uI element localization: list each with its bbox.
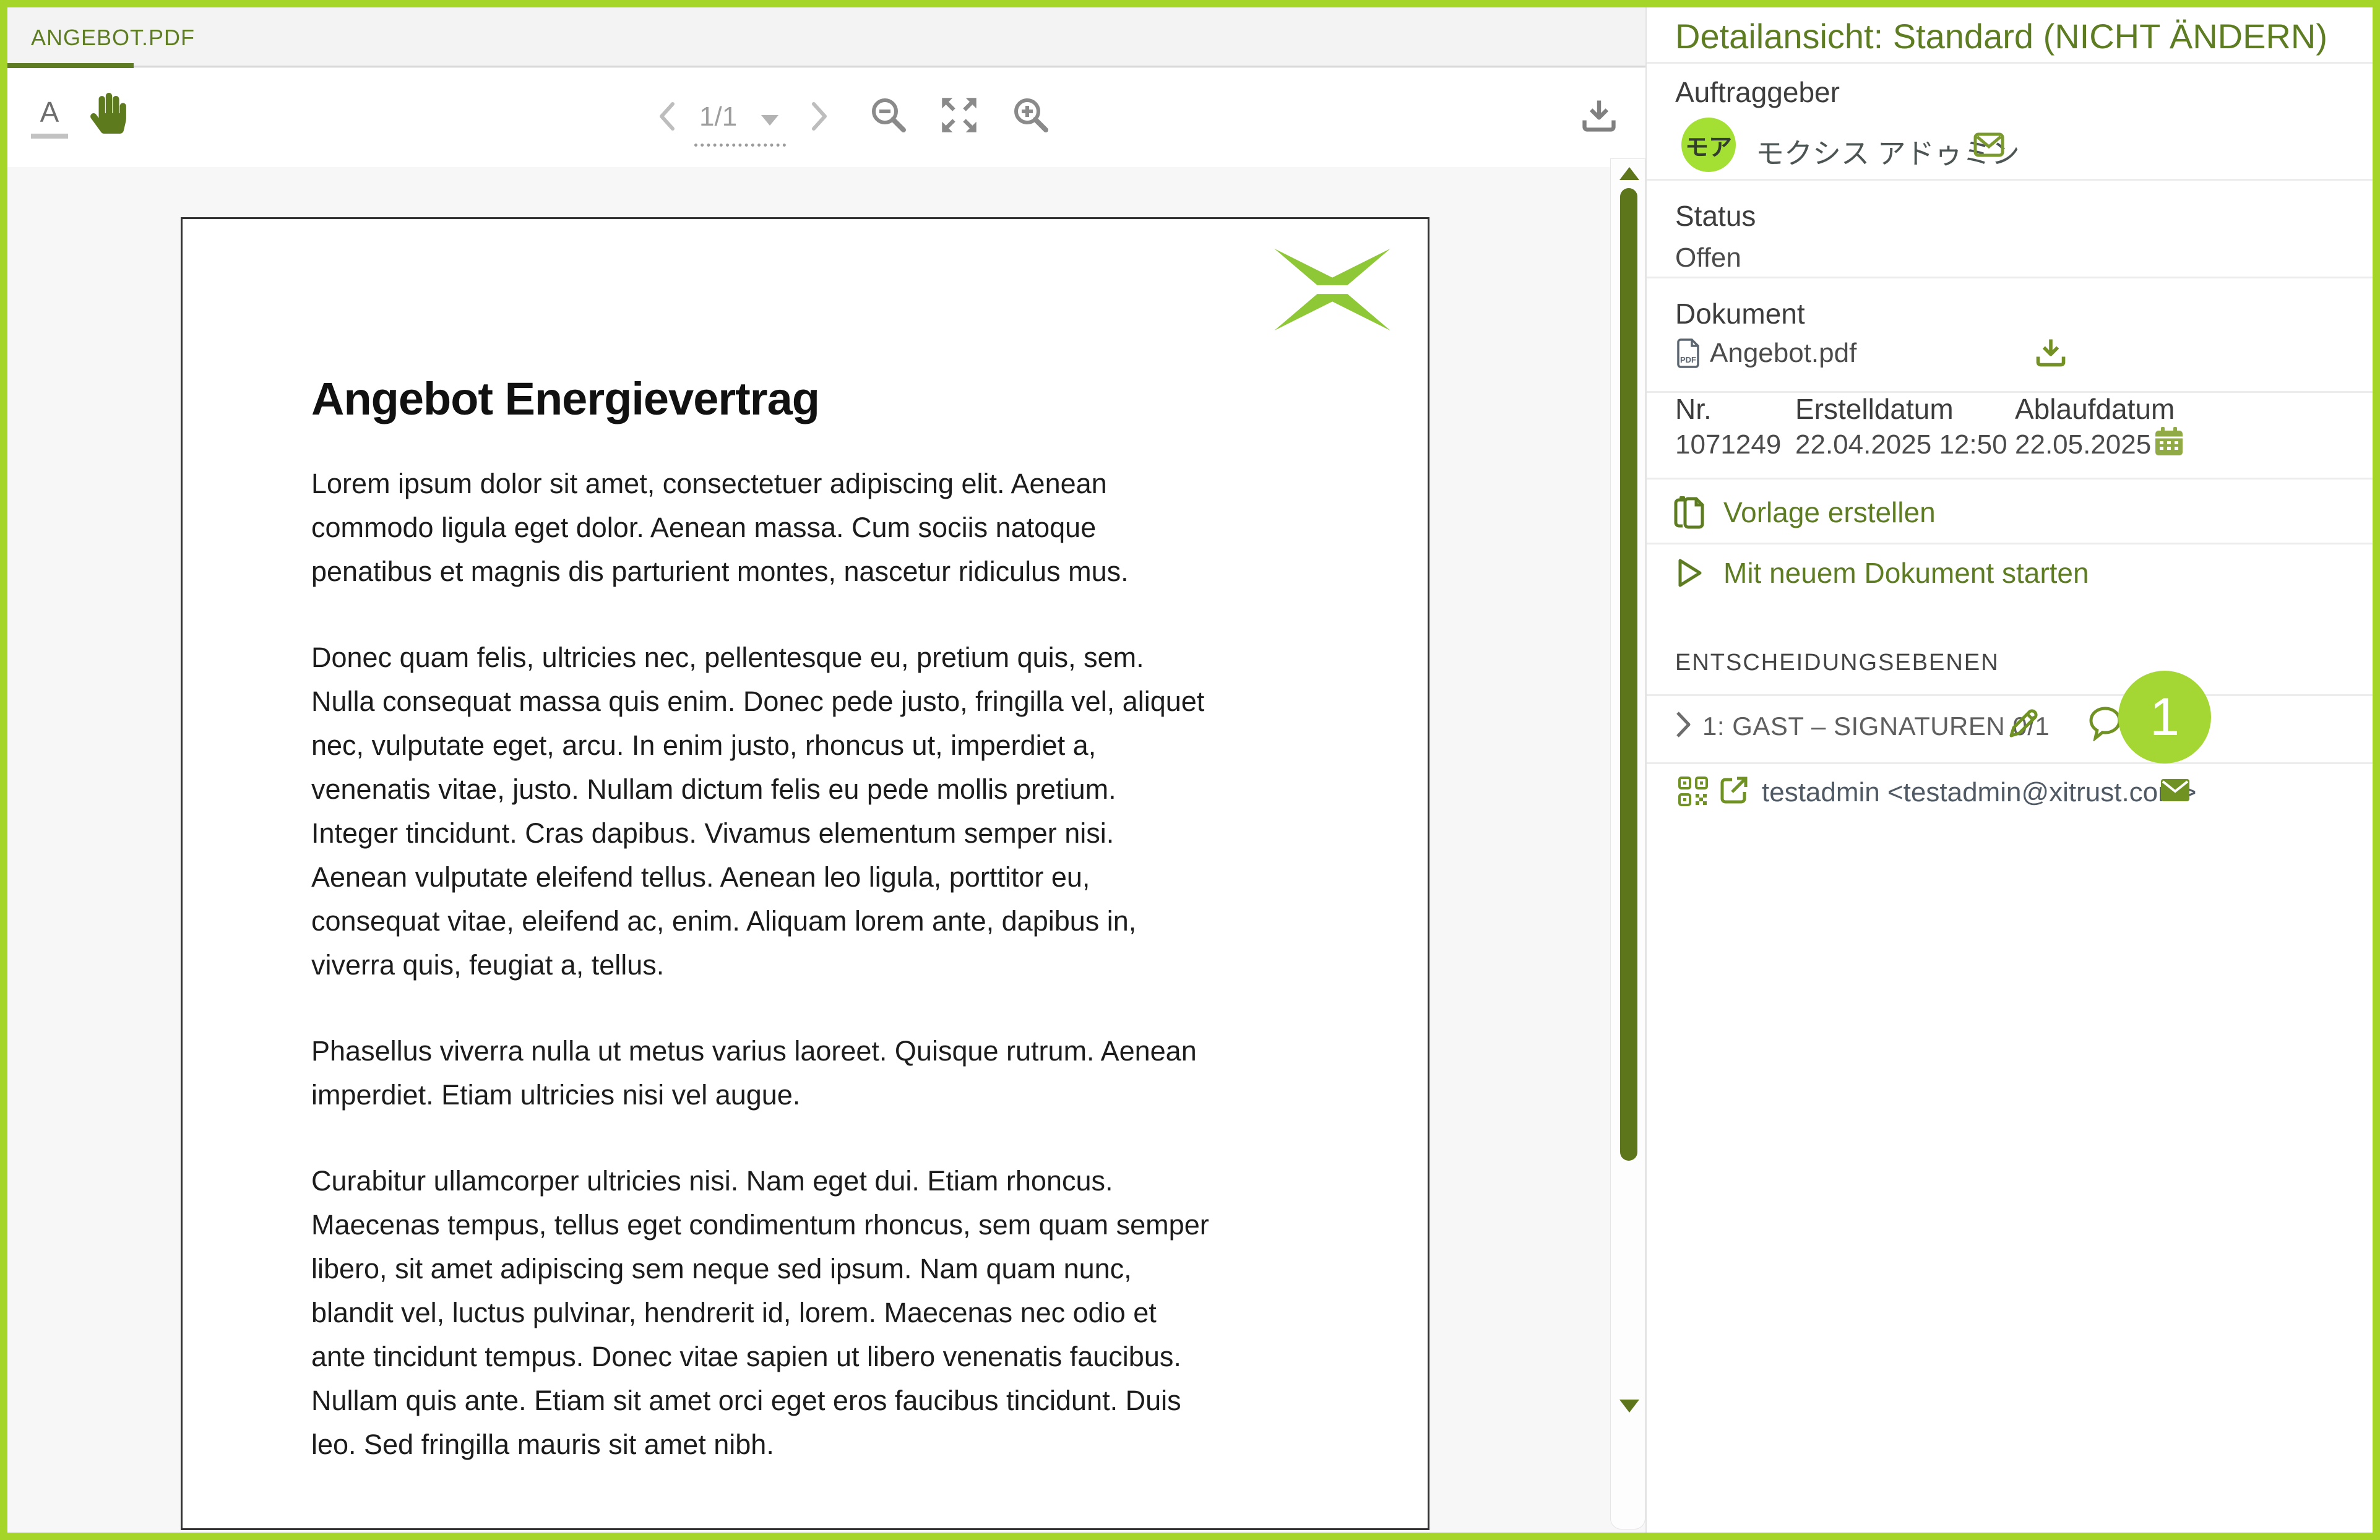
tab-angebot-pdf[interactable]: ANGEBOT.PDF (31, 25, 195, 51)
divider (1647, 62, 2373, 64)
copy-icon (1671, 494, 1707, 531)
download-file-button[interactable] (2033, 334, 2068, 370)
nr-label: Nr. (1675, 392, 1712, 426)
document-tab-bar: ANGEBOT.PDF (7, 7, 1645, 68)
zoom-in-icon (1011, 95, 1051, 135)
pdf-paragraph: Curabitur ullamcorper ultricies nisi. Na… (311, 1159, 1326, 1466)
chevron-down-icon (761, 115, 778, 126)
pdf-viewer: ANGEBOT.PDF A 1/1 (7, 7, 1645, 1533)
play-icon (1671, 554, 1707, 591)
external-link-icon[interactable] (1718, 775, 1749, 806)
download-document-button[interactable] (1579, 95, 1619, 135)
avatar: モア (1681, 118, 1736, 172)
divider (1647, 277, 2373, 278)
app-frame: ANGEBOT.PDF A 1/1 (0, 0, 2380, 1540)
text-select-tool-button[interactable]: A (30, 95, 69, 140)
scroll-up-arrow[interactable] (1619, 167, 1639, 180)
divider (1647, 694, 2373, 696)
divider (1647, 179, 2373, 181)
status-label: Status (1675, 199, 1756, 233)
pencil-icon (2004, 704, 2043, 742)
mail-filled-icon[interactable] (2159, 775, 2191, 806)
detail-panel-title: Detailansicht: Standard (NICHT ÄNDERN) (1675, 16, 2370, 56)
calendar-icon[interactable] (2153, 426, 2185, 458)
viewer-scrollbar-thumb[interactable] (1620, 188, 1637, 1161)
qr-code-icon[interactable] (1678, 776, 1709, 807)
detail-panel: Detailansicht: Standard (NICHT ÄNDERN) A… (1645, 7, 2373, 1533)
erstelldatum-value: 22.04.2025 12:50 (1795, 429, 2007, 460)
download-icon (1579, 95, 1619, 135)
create-template-label: Vorlage erstellen (1723, 496, 1936, 529)
pdf-document-title: Angebot Energievertrag (311, 372, 819, 425)
pdf-document-body: Lorem ipsum dolor sit amet, consectetuer… (311, 462, 1326, 1508)
mail-icon[interactable] (1973, 129, 2004, 160)
page-number-dropdown[interactable]: 1/1 (699, 101, 781, 136)
zoom-in-button[interactable] (1011, 95, 1051, 135)
pdf-page: Angebot Energievertrag Lorem ipsum dolor… (181, 217, 1429, 1530)
start-new-document-link[interactable]: Mit neuem Dokument starten (1671, 554, 2089, 591)
ablaufdatum-label: Ablaufdatum (2015, 392, 2175, 426)
level-1-label[interactable]: 1: GAST – SIGNATUREN 0/1 (1702, 712, 2050, 741)
start-new-document-label: Mit neuem Dokument starten (1723, 556, 2089, 590)
scroll-down-arrow[interactable] (1619, 1400, 1639, 1413)
page-number-underline (694, 144, 786, 147)
pdf-paragraph: Phasellus viverra nulla ut metus varius … (311, 1029, 1326, 1117)
auftraggeber-label: Auftraggeber (1675, 75, 1840, 109)
create-template-link[interactable]: Vorlage erstellen (1671, 494, 1936, 531)
chevron-left-icon (655, 100, 681, 132)
xitrust-logo (1269, 241, 1395, 338)
divider (1647, 543, 2373, 544)
expand-level-chevron[interactable] (1673, 710, 1694, 739)
dokument-label: Dokument (1675, 297, 1805, 330)
signer-email: testadmin <testadmin@xitrust.com> (1762, 777, 2197, 808)
active-tab-indicator (7, 63, 134, 68)
tab-bar-divider (134, 66, 1645, 67)
text-select-underline (31, 134, 68, 139)
viewer-toolbar: A 1/1 (7, 68, 1645, 167)
svg-text:PDF: PDF (1680, 355, 1696, 364)
nr-value: 1071249 (1675, 429, 1781, 460)
divider (1647, 762, 2373, 764)
pdf-paragraph: Donec quam felis, ultricies nec, pellent… (311, 635, 1326, 987)
status-value: Offen (1675, 243, 1741, 273)
entscheidungsebenen-heading: ENTSCHEIDUNGSEBENEN (1675, 650, 1999, 676)
chevron-right-icon (806, 100, 832, 132)
hand-tool-button[interactable] (90, 93, 126, 134)
zoom-out-icon (869, 95, 908, 135)
speech-bubble-icon (2087, 705, 2123, 741)
page-number-value: 1/1 (699, 101, 737, 132)
ablaufdatum-value: 22.05.2025 (2015, 429, 2151, 460)
fit-to-screen-button[interactable] (939, 95, 979, 135)
divider (1647, 391, 2373, 393)
zoom-out-button[interactable] (869, 95, 908, 135)
previous-page-button[interactable] (655, 100, 681, 132)
document-file-row: PDF Angebot.pdf (1675, 335, 1856, 371)
next-page-button[interactable] (806, 100, 832, 132)
erstelldatum-label: Erstelldatum (1795, 392, 1954, 426)
hand-icon (90, 93, 126, 134)
comment-button[interactable] (2087, 705, 2123, 741)
step-badge: 1 (2118, 671, 2211, 764)
pdf-file-icon: PDF (1675, 338, 1701, 369)
edit-level-button[interactable] (2004, 704, 2043, 742)
fullscreen-arrows-icon (939, 95, 979, 135)
document-filename[interactable]: Angebot.pdf (1710, 338, 1856, 369)
divider (1647, 478, 2373, 480)
pdf-paragraph: Lorem ipsum dolor sit amet, consectetuer… (311, 462, 1326, 593)
viewer-canvas: Angebot Energievertrag Lorem ipsum dolor… (7, 167, 1645, 1533)
download-icon (2033, 334, 2068, 370)
